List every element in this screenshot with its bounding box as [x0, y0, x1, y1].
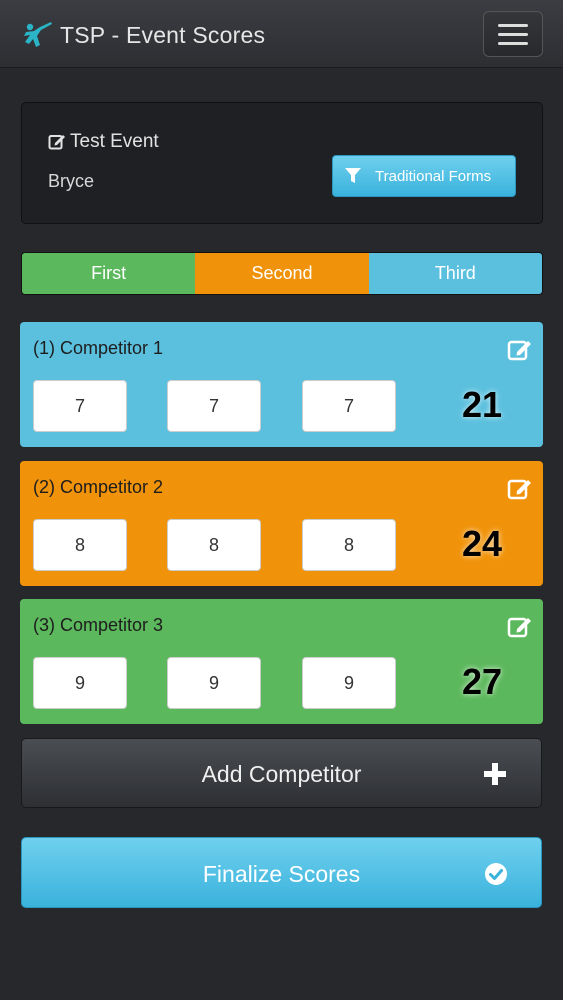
score-total: 27	[461, 661, 503, 702]
finalize-scores-button[interactable]: Finalize Scores	[21, 837, 542, 908]
hamburger-icon-bar	[498, 32, 528, 36]
add-competitor-button[interactable]: Add Competitor	[21, 738, 542, 808]
finalize-scores-label: Finalize Scores	[202, 861, 361, 887]
edit-icon	[48, 135, 65, 150]
brand[interactable]: TSP - Event Scores	[20, 18, 265, 52]
placement-second[interactable]: Second	[195, 253, 369, 294]
check-circle-icon	[485, 863, 507, 885]
score-input[interactable]: 9	[33, 657, 127, 709]
plus-icon	[484, 763, 506, 785]
placement-first[interactable]: First	[22, 253, 196, 294]
add-competitor-label: Add Competitor	[201, 761, 362, 787]
competitor-card: (2) Competitor 2 8 8 8 24	[20, 461, 543, 586]
filter-icon	[345, 168, 361, 183]
score-input[interactable]: 9	[167, 657, 261, 709]
score-total: 24	[461, 523, 503, 564]
score-input[interactable]: 8	[167, 519, 261, 571]
filter-label: Traditional Forms	[375, 167, 492, 185]
event-user: Bryce	[48, 171, 95, 191]
edit-icon[interactable]	[507, 476, 533, 502]
competitor-label: (2) Competitor 2	[33, 477, 164, 497]
event-panel: Test Event Bryce Traditional Forms	[21, 102, 543, 224]
menu-button[interactable]	[483, 11, 543, 57]
event-name-row[interactable]: Test Event	[48, 131, 159, 153]
competitor-card: (1) Competitor 1 7 7 7 21	[20, 322, 543, 447]
placement-third[interactable]: Third	[368, 253, 542, 294]
score-input[interactable]: 7	[33, 380, 127, 432]
competitor-label: (1) Competitor 1	[33, 338, 164, 358]
martial-arts-kick-icon	[24, 22, 52, 47]
edit-icon[interactable]	[507, 337, 533, 363]
app-title: TSP - Event Scores	[60, 21, 266, 48]
hamburger-icon-bar	[498, 23, 528, 27]
score-input[interactable]: 9	[302, 657, 396, 709]
placement-bar: First Second Third	[21, 252, 543, 295]
edit-icon[interactable]	[507, 614, 533, 640]
filter-button[interactable]: Traditional Forms	[332, 155, 516, 197]
competitor-label: (3) Competitor 3	[33, 615, 164, 635]
competitor-card: (3) Competitor 3 9 9 9 27	[20, 599, 543, 724]
score-input[interactable]: 7	[302, 380, 396, 432]
score-input[interactable]: 8	[33, 519, 127, 571]
score-input[interactable]: 8	[302, 519, 396, 571]
hamburger-icon-bar	[498, 41, 528, 45]
navbar: TSP - Event Scores	[0, 0, 563, 68]
score-total: 21	[461, 384, 503, 425]
event-name: Test Event	[70, 131, 159, 152]
score-input[interactable]: 7	[167, 380, 261, 432]
